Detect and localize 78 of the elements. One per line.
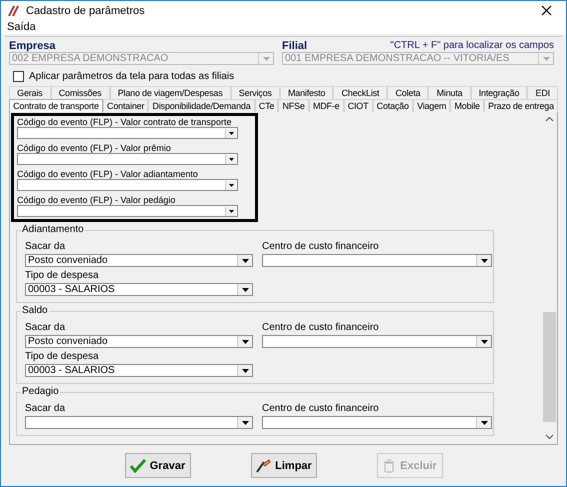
trash-icon (382, 458, 396, 472)
group-title: Pedagio (21, 386, 60, 397)
tab[interactable]: Container (102, 99, 148, 112)
tab[interactable]: Prazo de entrega (484, 99, 558, 112)
field-label: Código do evento (FLP) - Valor contrato de transporte (17, 117, 232, 127)
tab[interactable]: Viagem (412, 99, 450, 112)
tab[interactable]: Manifesto (280, 86, 334, 99)
dropdown[interactable] (262, 254, 492, 267)
tab[interactable]: Integração (470, 86, 528, 99)
group-title: Adiantamento (21, 224, 85, 235)
tab[interactable]: Plano de viagem/Despesas (110, 86, 231, 99)
dropdown[interactable] (17, 153, 238, 165)
tab[interactable]: Minuta (428, 86, 471, 99)
hint-text: "CTRL + F" para localizar os campos (390, 40, 554, 52)
save-button[interactable]: Gravar (124, 453, 190, 478)
caret-icon (242, 258, 248, 262)
field-label: Centro de custo financeiro (262, 403, 380, 414)
dropdown[interactable] (25, 416, 253, 429)
tab[interactable]: CheckList (333, 86, 388, 99)
field-label: Centro de custo financeiro (262, 322, 380, 333)
tab[interactable]: Comissões (50, 86, 110, 99)
dropdown[interactable] (262, 416, 492, 429)
tab[interactable]: Gerais (9, 86, 51, 99)
checkbox-label: Aplicar parâmetros da tela para todas as filiais (29, 71, 234, 82)
tab[interactable]: MDF-e (308, 99, 344, 112)
tab[interactable]: CTe (254, 99, 278, 112)
group-title: Saldo (21, 305, 49, 316)
caret-icon (542, 56, 550, 60)
tab[interactable]: EDI (527, 86, 558, 99)
caret-icon (262, 56, 270, 60)
field-label: Tipo de despesa (25, 270, 100, 281)
caret-icon (480, 340, 488, 344)
scroll-up-icon[interactable] (545, 116, 554, 122)
dropdown[interactable] (17, 127, 238, 139)
caret-icon (228, 158, 234, 160)
menu-item[interactable]: Saída (7, 21, 36, 33)
eraser-icon (255, 458, 272, 472)
app-logo-icon (7, 4, 21, 16)
tab[interactable]: Cotação (372, 99, 413, 112)
dropdown[interactable]: Posto conveniado (25, 254, 253, 267)
field-label: Sacar da (25, 403, 66, 414)
field-label: Tipo de despesa (25, 351, 100, 362)
field-label: Código do evento (FLP) - Valor prêmio (17, 143, 172, 153)
caret-icon (228, 132, 234, 134)
dropdown[interactable]: Posto conveniado (25, 335, 253, 348)
caret-icon (242, 368, 248, 372)
dropdown[interactable] (17, 179, 238, 191)
dropdown[interactable] (17, 205, 238, 217)
field-label: Sacar da (25, 322, 66, 333)
caret-icon (480, 420, 488, 424)
tab[interactable]: CIOT (344, 99, 373, 112)
tab[interactable]: Contrato de transporte (9, 99, 103, 112)
field-label: Sacar da (25, 241, 66, 252)
tab[interactable]: NFSe (278, 99, 309, 112)
scroll-down-icon[interactable] (545, 434, 554, 440)
field-label: Filial (282, 40, 308, 52)
caret-icon (228, 184, 234, 186)
field-label: Código do evento (FLP) - Valor pedágio (17, 195, 176, 205)
close-icon[interactable] (541, 5, 552, 16)
window-title: Cadastro de parâmetros (26, 4, 146, 16)
check-icon (130, 458, 146, 472)
clear-button[interactable]: Limpar (250, 453, 316, 478)
caret-icon (228, 210, 234, 212)
dropdown[interactable] (262, 335, 492, 348)
caret-icon (480, 258, 488, 262)
tab[interactable]: Disponibilidade/Demanda (148, 99, 255, 112)
checkbox[interactable] (13, 71, 24, 82)
field-label: Centro de custo financeiro (262, 241, 380, 252)
field-label: Código do evento (FLP) - Valor adiantamento (17, 169, 199, 179)
tab[interactable]: Coleta (387, 86, 428, 99)
caret-icon (242, 340, 248, 344)
field-label: Empresa (9, 40, 56, 52)
dropdown[interactable]: 00003 - SALARIOS (25, 283, 253, 296)
caret-icon (242, 420, 248, 424)
caret-icon (242, 288, 248, 292)
dropdown[interactable]: 00003 - SALARIOS (25, 364, 253, 377)
tab[interactable]: Serviços (230, 86, 280, 99)
tab[interactable]: Mobile (450, 99, 484, 112)
